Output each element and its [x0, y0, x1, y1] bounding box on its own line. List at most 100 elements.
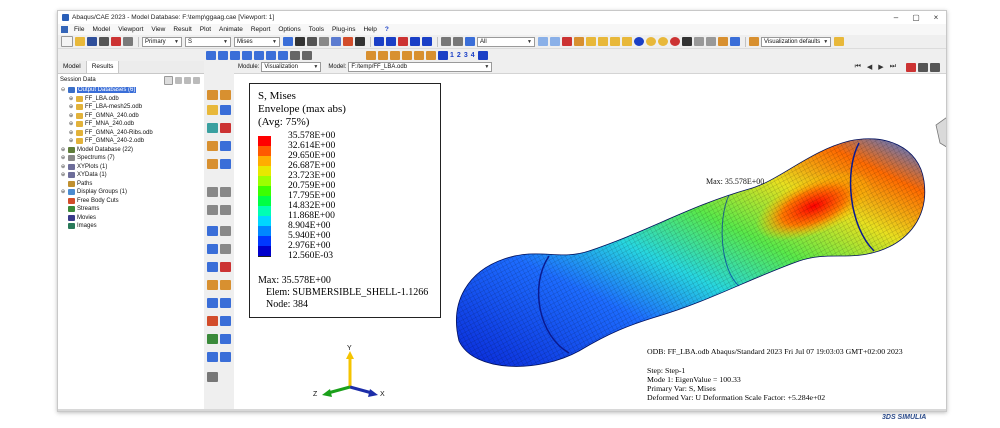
contour-options-icon[interactable]	[220, 141, 231, 151]
plot-undeformed-icon[interactable]	[207, 90, 218, 100]
view-right-icon[interactable]	[598, 37, 608, 46]
stream-tool-icon[interactable]	[207, 280, 218, 290]
first-frame-icon[interactable]	[374, 37, 384, 46]
movie-tool-icon[interactable]	[220, 280, 231, 290]
view-back-icon[interactable]	[550, 37, 560, 46]
xy-data-icon[interactable]	[220, 187, 231, 197]
auto-fit-icon[interactable]	[343, 37, 353, 46]
annotate-icon[interactable]	[278, 50, 288, 60]
menu-view[interactable]: View	[151, 26, 165, 33]
print-icon[interactable]	[99, 37, 109, 46]
save-display-icon[interactable]	[441, 37, 451, 46]
allow-multiple-icon[interactable]	[207, 141, 218, 151]
plot-symbols-icon[interactable]	[207, 123, 218, 133]
tree-item[interactable]: Movies	[60, 214, 204, 223]
layout-6-icon[interactable]	[426, 50, 436, 60]
triad-small-icon[interactable]	[438, 50, 448, 60]
csys-icon[interactable]	[477, 50, 488, 60]
tree-item[interactable]: ⊕ FF_GMNA_240-Ribs.odb	[60, 129, 204, 138]
zoom-icon[interactable]	[319, 37, 329, 46]
minimize-button[interactable]: –	[886, 13, 906, 22]
menu-model[interactable]: Model	[92, 26, 110, 33]
cycle-icon[interactable]	[355, 37, 365, 46]
tree-options-icon[interactable]	[193, 76, 200, 84]
vector-tool-icon[interactable]	[220, 262, 231, 272]
wireframe-icon[interactable]	[646, 37, 656, 46]
layout-4-icon[interactable]	[402, 50, 412, 60]
tree-toggle-icon[interactable]: ⊕	[68, 138, 74, 144]
tree-toggle-icon[interactable]: ⊕	[60, 172, 66, 178]
menu-report[interactable]: Report	[251, 26, 271, 33]
tree-item[interactable]: ⊕ FF_LBA-mesh25.odb	[60, 103, 204, 112]
layer-icon[interactable]	[254, 50, 264, 60]
probe-icon[interactable]	[266, 50, 276, 60]
mesh-icon[interactable]	[206, 50, 216, 60]
view-top-icon[interactable]	[562, 37, 572, 46]
tree-item[interactable]: Paths	[60, 180, 204, 189]
movie-record-icon[interactable]	[918, 62, 928, 72]
step-4-button[interactable]: 4	[471, 52, 475, 59]
tree-item[interactable]: Images	[60, 222, 204, 231]
camera-icon[interactable]	[930, 62, 940, 72]
tree-toggle-icon[interactable]: ⊕	[60, 189, 66, 195]
xy-plot-icon[interactable]	[207, 187, 218, 197]
view-bottom-icon[interactable]	[574, 37, 584, 46]
menu-file[interactable]: File	[74, 26, 84, 33]
layout-3-icon[interactable]	[390, 50, 400, 60]
tree-toggle-icon[interactable]: ⊕	[68, 104, 74, 110]
box-zoom-icon[interactable]	[331, 37, 341, 46]
anim-first-icon[interactable]: ⏮	[855, 63, 861, 71]
prev-frame-icon[interactable]	[386, 37, 396, 46]
tree-item[interactable]: ⊕ Spectrums (7)	[60, 154, 204, 163]
close-button[interactable]: ×	[926, 13, 946, 22]
overlay-icon[interactable]	[220, 334, 231, 344]
menu-help[interactable]: Help	[363, 26, 376, 33]
view-cube-icon[interactable]	[932, 111, 947, 151]
shaded-icon[interactable]	[670, 37, 680, 46]
step-1-button[interactable]: 1	[450, 52, 454, 59]
session-dropdown-icon[interactable]	[164, 75, 173, 85]
help-cursor-icon[interactable]: ?	[385, 26, 389, 33]
menu-animate[interactable]: Animate	[219, 26, 243, 33]
undo-icon[interactable]	[694, 37, 704, 46]
save-icon[interactable]	[87, 37, 97, 46]
transform-icon[interactable]	[207, 352, 218, 362]
cursor-icon[interactable]	[682, 37, 692, 46]
last-frame-icon[interactable]	[422, 37, 432, 46]
tree-item[interactable]: ⊕ XYPlots (1)	[60, 163, 204, 172]
view-front-icon[interactable]	[538, 37, 548, 46]
tab-results[interactable]: Results	[86, 61, 120, 73]
menu-plot[interactable]: Plot	[200, 26, 211, 33]
contour-icon[interactable]	[242, 50, 252, 60]
animate-scale-icon[interactable]	[207, 159, 218, 169]
tree-item[interactable]: ⊕ FF_LBA.odb	[60, 95, 204, 104]
tree-item[interactable]: Streams	[60, 205, 204, 214]
view-iso-icon[interactable]	[610, 37, 620, 46]
query-icon[interactable]	[111, 37, 121, 46]
tree-filter-icon[interactable]	[175, 76, 182, 84]
menu-tools[interactable]: Tools	[309, 26, 324, 33]
plot-contour-icon[interactable]	[207, 105, 218, 115]
output-invariant-combo[interactable]: Mises ▼	[234, 36, 280, 47]
perspective-icon[interactable]	[718, 37, 728, 46]
menu-plugins[interactable]: Plug-ins	[332, 26, 355, 33]
tree-item[interactable]: Free Body Cuts	[60, 197, 204, 206]
anim-options-icon[interactable]	[906, 62, 916, 72]
print-display-icon[interactable]	[453, 37, 463, 46]
surface-icon[interactable]	[230, 50, 240, 60]
arrow-select-icon[interactable]	[290, 50, 300, 60]
hidden-icon[interactable]	[658, 37, 668, 46]
viewport[interactable]: Module: Visualization ▼ Model: F:/temp/FF…	[234, 61, 946, 411]
step-2-button[interactable]: 2	[457, 52, 461, 59]
module-combo[interactable]: Visualization ▼	[261, 62, 322, 72]
viz-defaults-combo[interactable]: Visualization defaults ▼	[761, 36, 831, 47]
color-code-icon[interactable]	[207, 316, 218, 326]
info-icon[interactable]	[634, 37, 644, 46]
tree-collapse-icon[interactable]	[184, 76, 191, 84]
display-group-tool-icon[interactable]	[220, 244, 231, 254]
tree-item[interactable]: ⊕ Display Groups (1)	[60, 188, 204, 197]
anim-play-icon[interactable]: ▶	[878, 63, 883, 71]
rotate-view-icon[interactable]	[307, 37, 317, 46]
anim-last-icon[interactable]: ⏭	[890, 63, 896, 71]
pan-icon[interactable]	[295, 37, 305, 46]
